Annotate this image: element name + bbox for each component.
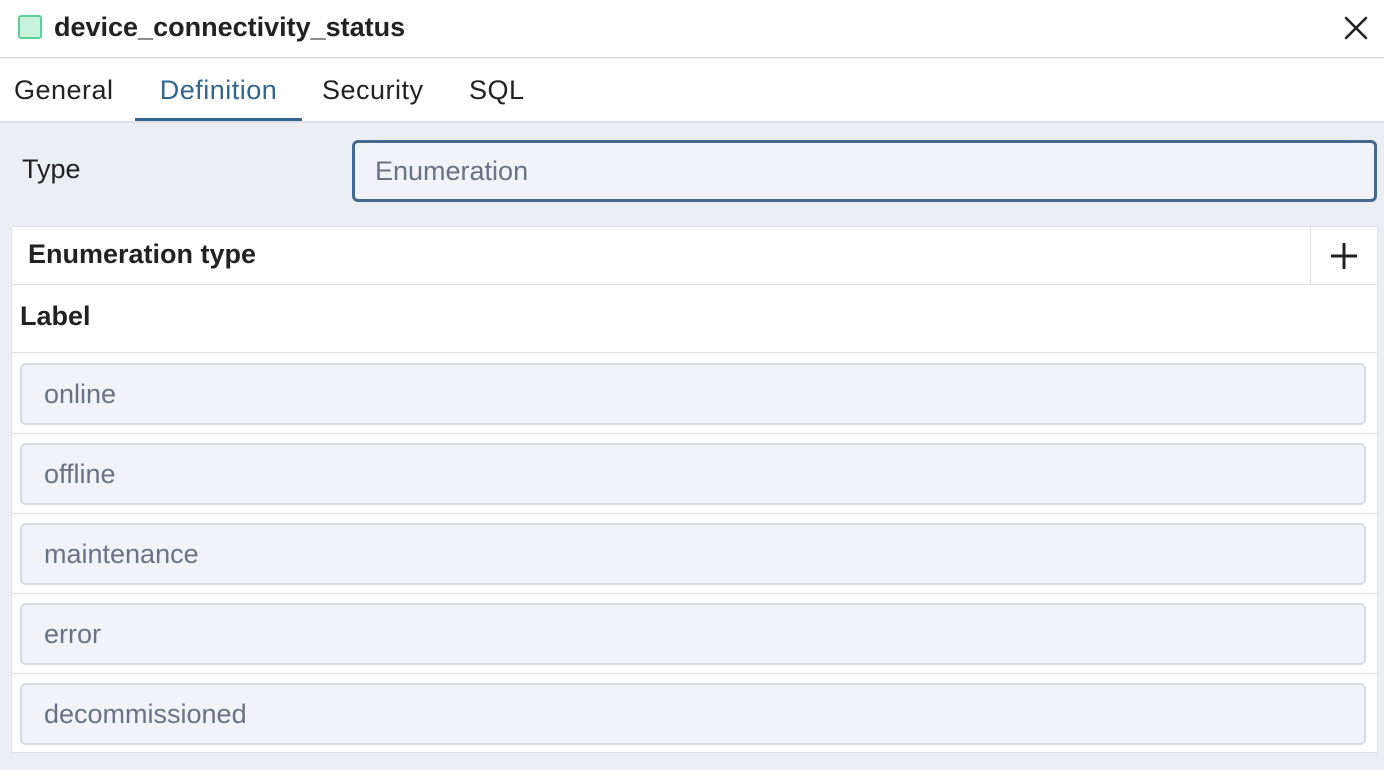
label-input[interactable]: maintenance: [20, 523, 1366, 585]
tab-general[interactable]: General: [14, 59, 114, 121]
type-select[interactable]: Enumeration: [352, 140, 1377, 202]
tab-security[interactable]: Security: [322, 59, 424, 121]
label-input[interactable]: decommissioned: [20, 683, 1366, 745]
grid-rows: online offline maintenance error decommi…: [12, 354, 1377, 754]
grid-title: Enumeration type: [28, 239, 257, 269]
table-row: maintenance: [12, 514, 1377, 594]
label-input[interactable]: offline: [20, 443, 1366, 505]
label-input[interactable]: error: [20, 603, 1366, 665]
table-row: offline: [12, 434, 1377, 514]
plus-icon: [1331, 243, 1357, 269]
dialog-titlebar: device_connectivity_status: [0, 0, 1384, 58]
grid-header: Enumeration type: [12, 227, 1377, 285]
column-header-label: Label: [20, 301, 91, 331]
enumeration-grid: Enumeration type Label online offline ma…: [11, 226, 1378, 753]
dialog-title: device_connectivity_status: [54, 12, 406, 42]
close-icon[interactable]: [1340, 12, 1372, 44]
tab-definition[interactable]: Definition: [135, 59, 302, 121]
label-input[interactable]: online: [20, 363, 1366, 425]
add-row-button[interactable]: [1310, 227, 1377, 285]
tab-bar: General Definition Security SQL: [0, 59, 1384, 123]
table-row: error: [12, 594, 1377, 674]
type-icon: [18, 15, 42, 39]
table-row: decommissioned: [12, 674, 1377, 754]
tab-sql[interactable]: SQL: [469, 59, 525, 121]
table-row: online: [12, 354, 1377, 434]
type-label: Type: [22, 154, 81, 184]
column-header: Label: [12, 285, 1377, 353]
